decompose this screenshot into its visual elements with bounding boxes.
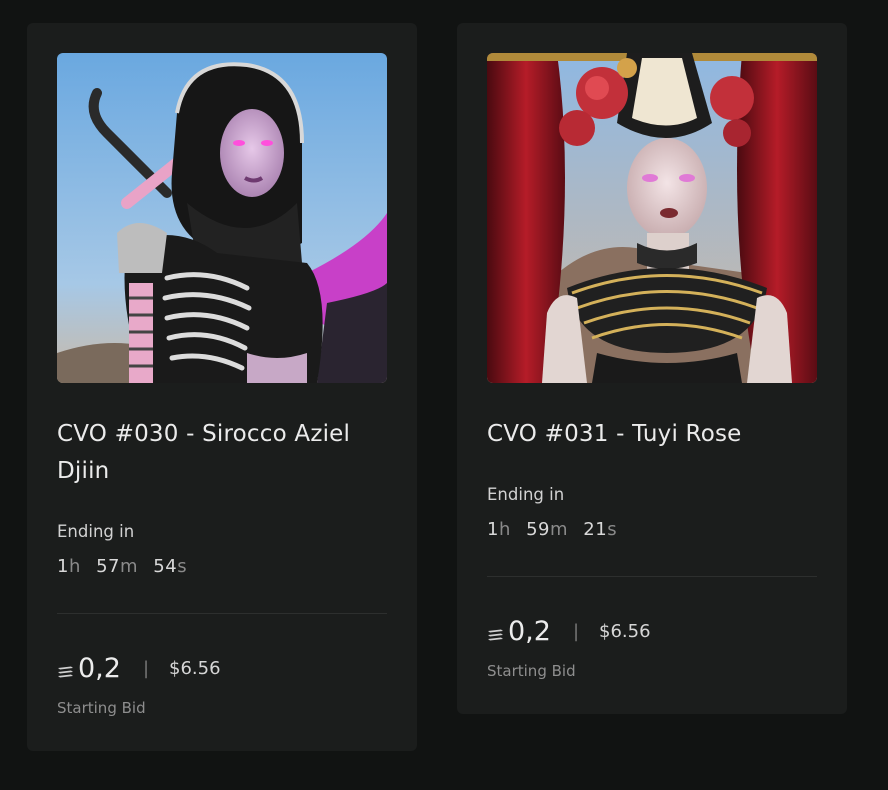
starting-bid-label: Starting Bid bbox=[487, 662, 576, 680]
hours-unit: h bbox=[498, 519, 511, 540]
nft-title[interactable]: CVO #031 - Tuyi Rose bbox=[487, 416, 827, 453]
countdown-minutes: 59 bbox=[526, 519, 551, 540]
starting-bid-label: Starting Bid bbox=[57, 699, 146, 717]
auction-countdown: 1h 59m 21s bbox=[487, 519, 626, 540]
ending-in-label: Ending in bbox=[57, 522, 135, 541]
countdown-seconds: 54 bbox=[153, 556, 178, 577]
ending-in-label: Ending in bbox=[487, 485, 565, 504]
countdown-hours: 1 bbox=[487, 519, 499, 540]
nft-title[interactable]: CVO #030 - Sirocco Aziel Djiin bbox=[57, 416, 397, 490]
minutes-unit: m bbox=[120, 556, 139, 577]
rose-headdress-artwork bbox=[487, 53, 817, 383]
countdown-hours: 1 bbox=[57, 556, 69, 577]
auction-countdown: 1h 57m 54s bbox=[57, 556, 196, 577]
hours-unit: h bbox=[68, 556, 81, 577]
nft-artwork-image[interactable] bbox=[57, 53, 387, 383]
card-divider bbox=[57, 613, 387, 614]
price-row: 0,2 | $6.56 bbox=[57, 650, 221, 686]
seconds-unit: s bbox=[177, 556, 188, 577]
price-usd: $6.56 bbox=[599, 620, 651, 642]
price-eth: 0,2 bbox=[508, 615, 551, 647]
price-usd: $6.56 bbox=[169, 657, 221, 679]
price-separator: | bbox=[142, 657, 150, 679]
nft-artwork-image[interactable] bbox=[487, 53, 817, 383]
eth-icon bbox=[488, 629, 503, 641]
countdown-minutes: 57 bbox=[96, 556, 121, 577]
price-separator: | bbox=[572, 620, 580, 642]
seconds-unit: s bbox=[607, 519, 618, 540]
price-eth: 0,2 bbox=[78, 652, 121, 684]
nft-card-031[interactable]: CVO #031 - Tuyi Rose Ending in 1h 59m 21… bbox=[457, 23, 847, 714]
nft-card-030[interactable]: CVO #030 - Sirocco Aziel Djiin Ending in… bbox=[27, 23, 417, 751]
price-row: 0,2 | $6.56 bbox=[487, 613, 651, 649]
card-divider bbox=[487, 576, 817, 577]
minutes-unit: m bbox=[550, 519, 569, 540]
hooded-figure-artwork bbox=[57, 53, 387, 383]
eth-icon bbox=[58, 666, 73, 678]
countdown-seconds: 21 bbox=[583, 519, 608, 540]
